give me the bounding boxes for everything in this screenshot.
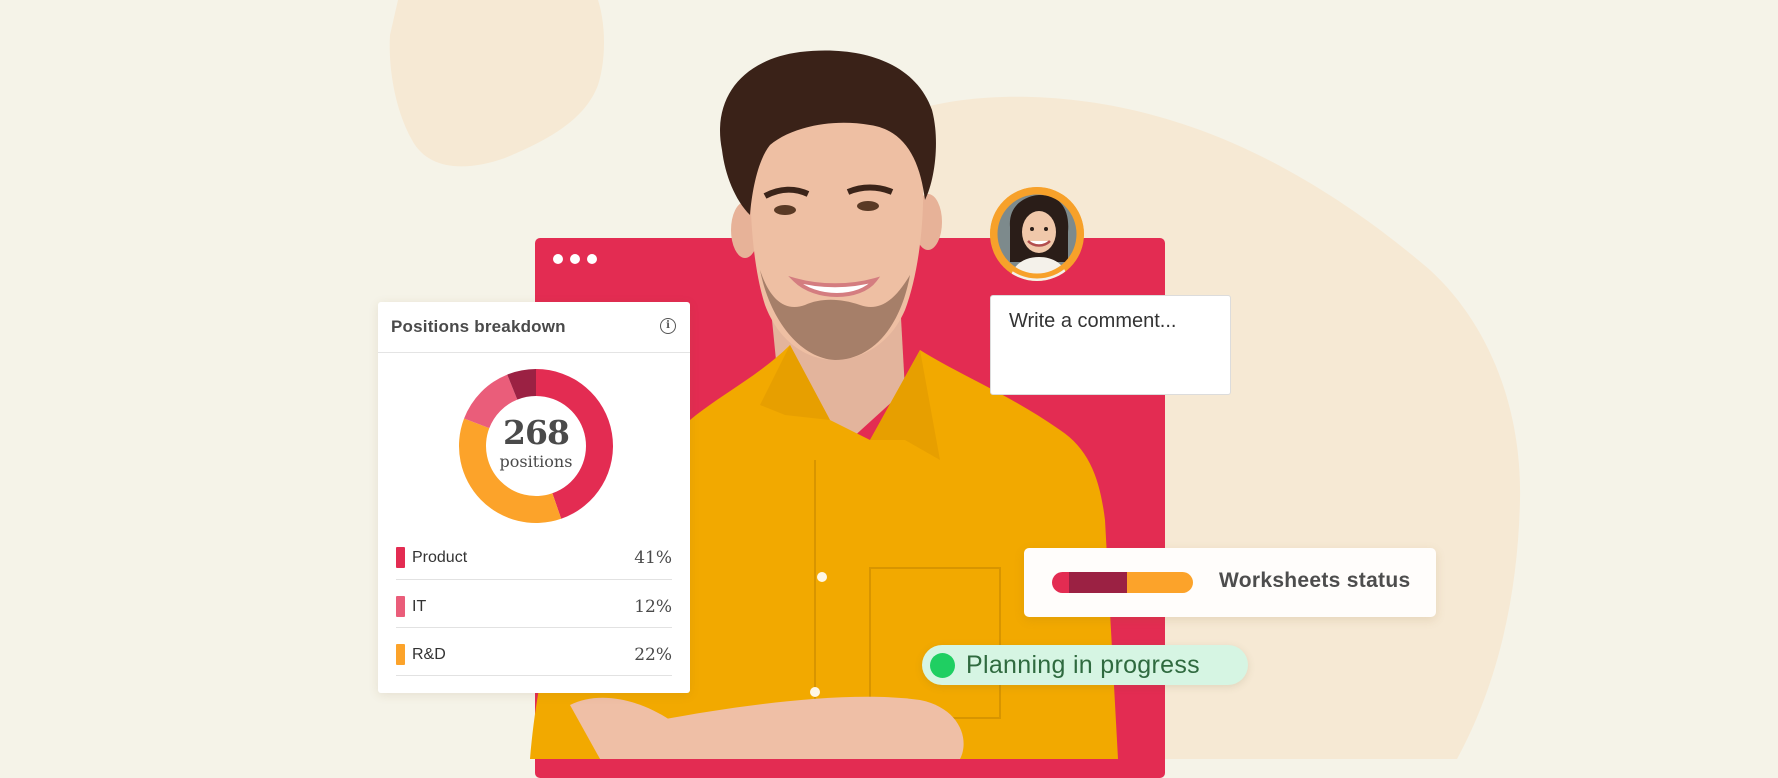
avatar-photo bbox=[990, 187, 1084, 281]
donut-chart: 268 positions bbox=[458, 368, 614, 524]
hero-illustration: Positions breakdown i 268 positions Prod… bbox=[0, 0, 1778, 778]
comment-box bbox=[990, 295, 1231, 395]
positions-breakdown-card: Positions breakdown i 268 positions Prod… bbox=[378, 302, 690, 693]
info-icon[interactable]: i bbox=[660, 318, 676, 334]
legend-swatch bbox=[396, 547, 405, 568]
legend-item-it: IT 12% bbox=[396, 580, 672, 628]
person-eye bbox=[857, 201, 879, 211]
legend-item-product: Product 41% bbox=[396, 534, 672, 580]
person-shirt-button bbox=[817, 572, 827, 582]
worksheets-progress-segment bbox=[1126, 572, 1193, 593]
person-shirt-button bbox=[810, 687, 820, 697]
status-badge: Planning in progress bbox=[922, 645, 1248, 685]
worksheets-status-card: Worksheets status bbox=[1024, 548, 1436, 617]
legend-value: 12% bbox=[634, 597, 672, 617]
person-eye bbox=[774, 205, 796, 215]
legend-label: IT bbox=[412, 598, 427, 615]
legend-item-rnd: R&D 22% bbox=[396, 628, 672, 676]
total-positions-value: 268 bbox=[503, 413, 570, 452]
legend-swatch bbox=[396, 596, 405, 617]
worksheets-progress-segment bbox=[1052, 572, 1069, 593]
legend-label: Product bbox=[412, 549, 468, 566]
status-label: Planning in progress bbox=[966, 651, 1200, 679]
card-header: Positions breakdown i bbox=[378, 302, 690, 353]
chart-legend: Product 41% IT 12% R&D 22% bbox=[396, 534, 672, 676]
legend-swatch bbox=[396, 644, 405, 665]
legend-value: 22% bbox=[634, 645, 672, 665]
card-title: Positions breakdown bbox=[391, 317, 566, 336]
person-photo bbox=[530, 50, 1118, 759]
donut-center: 268 positions bbox=[458, 368, 614, 524]
comment-input[interactable] bbox=[1009, 310, 1219, 333]
status-dot-icon bbox=[930, 653, 955, 678]
legend-value: 41% bbox=[634, 548, 672, 568]
worksheets-progress-bar bbox=[1052, 572, 1193, 593]
total-positions-label: positions bbox=[499, 452, 573, 471]
worksheets-progress-segment bbox=[1068, 572, 1127, 593]
avatar[interactable] bbox=[990, 187, 1084, 281]
worksheets-status-label: Worksheets status bbox=[1219, 569, 1411, 592]
legend-label: R&D bbox=[412, 646, 446, 663]
